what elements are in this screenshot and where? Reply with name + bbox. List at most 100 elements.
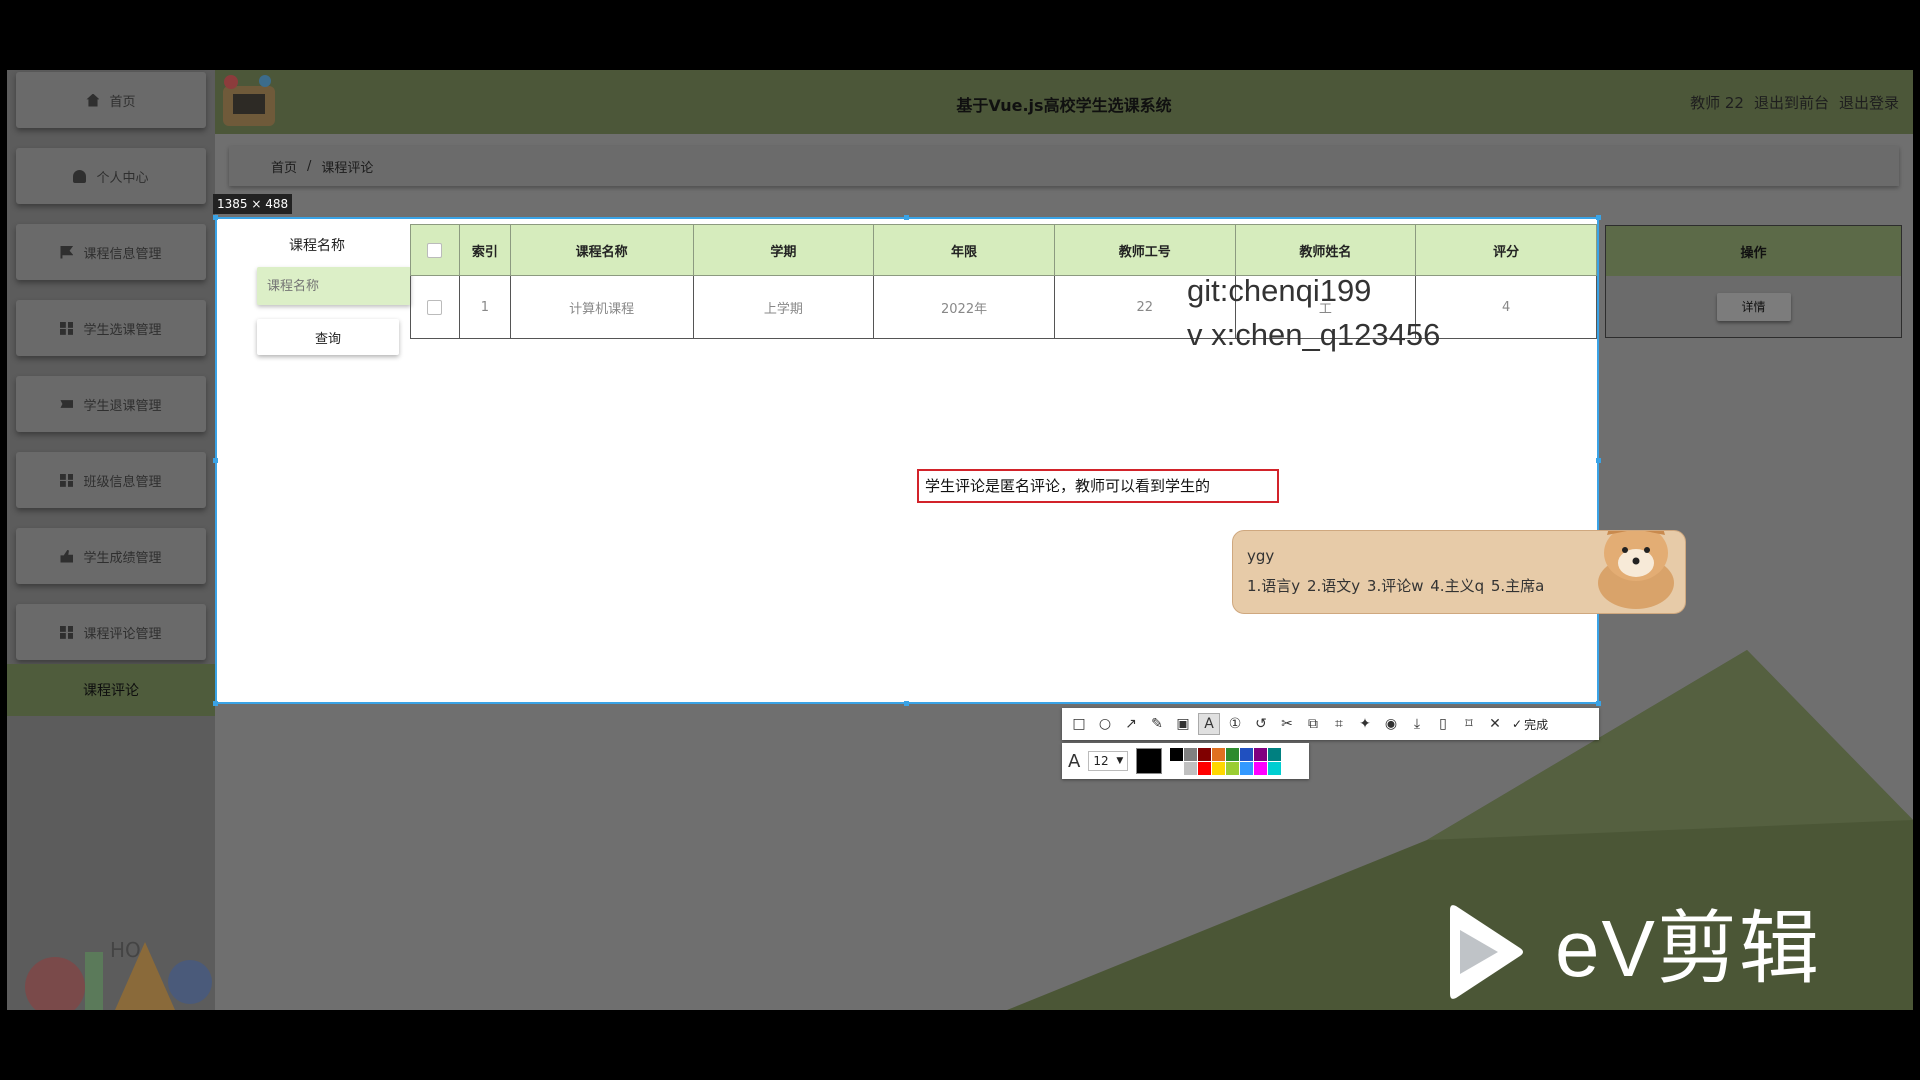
color-swatch[interactable] (1212, 761, 1226, 775)
watermark-line-2: v x:chen_q123456 (1187, 317, 1441, 352)
table-header: 课程名称 (509, 224, 694, 276)
download-icon[interactable]: ⤓ (1406, 713, 1428, 735)
color-swatch[interactable] (1254, 761, 1268, 775)
color-swatch[interactable] (1268, 761, 1282, 775)
logout-link[interactable]: 退出登录 (1839, 92, 1899, 113)
user-icon (73, 169, 87, 183)
select-all-checkbox-cell (410, 224, 460, 276)
sidebar-item-class-info[interactable]: 班级信息管理 (16, 452, 206, 508)
sidebar-item-home[interactable]: 首页 (16, 72, 206, 128)
text-annotation-box[interactable]: 学生评论是匿名评论，教师可以看到学生的 (917, 469, 1279, 503)
sidebar-item-label: 学生成绩管理 (83, 550, 162, 566)
resize-handle[interactable] (904, 215, 909, 220)
undo-icon[interactable]: ↺ (1250, 713, 1272, 735)
search-label: 课程名称 (289, 238, 345, 254)
watermark-line-1: git:chenqi199 (1187, 273, 1372, 308)
ev-brand-text: eV剪辑 (1555, 904, 1821, 993)
table-header-action: 操作 (1605, 225, 1902, 277)
ocr-tool-icon[interactable]: ⌗ (1328, 713, 1350, 735)
font-size-value: 12 (1093, 754, 1109, 768)
breadcrumb-home[interactable]: 首页 (271, 157, 297, 176)
check-icon: ✓ (1512, 717, 1523, 731)
color-swatch[interactable] (1198, 761, 1212, 775)
ime-skin-dog-image (1598, 531, 1674, 609)
cell-term: 上学期 (692, 275, 875, 339)
color-swatch[interactable] (1240, 761, 1254, 775)
to-front-link[interactable]: 退出到前台 (1754, 92, 1829, 113)
color-swatch[interactable] (1170, 761, 1184, 775)
bookmark-icon[interactable]: ⌑ (1458, 713, 1480, 735)
table-header: 评分 (1415, 224, 1597, 276)
sidebar-item-comments[interactable]: 课程评论管理 (16, 604, 206, 660)
course-name-search-input[interactable] (257, 267, 411, 305)
screenshot-capture-region[interactable]: 课程名称 查询 索引 课程名称 学期 年限 教师工号 教师姓名 评分 1 计算机… (215, 217, 1599, 704)
table-header: 教师姓名 (1234, 224, 1417, 276)
mosaic-tool-icon[interactable]: ▣ (1172, 713, 1194, 735)
resize-handle[interactable] (1596, 458, 1601, 463)
grid-icon (60, 321, 74, 335)
arrow-tool-icon[interactable]: ↗ (1120, 713, 1142, 735)
text-tool-icon[interactable]: A (1198, 713, 1220, 735)
user-menu: 教师 22 退出到前台 退出登录 (1690, 92, 1899, 113)
color-swatch[interactable] (1226, 761, 1240, 775)
select-all-checkbox[interactable] (427, 242, 443, 258)
close-icon[interactable]: ✕ (1484, 713, 1506, 735)
ime-candidate-window: ygy 1.语言y 2.语文y 3.评论w 4.主义q 5.主席a (1232, 530, 1686, 614)
thumb-icon (60, 549, 74, 563)
pencil-tool-icon[interactable]: ✎ (1146, 713, 1168, 735)
sidebar-item-label: 首页 (109, 94, 136, 110)
current-color-swatch[interactable] (1136, 748, 1163, 774)
user-name: 教师 22 (1690, 94, 1744, 112)
sidebar-item-profile[interactable]: 个人中心 (16, 148, 206, 204)
sidebar-subitem-course-comments[interactable]: 课程评论 (7, 664, 215, 716)
table-header: 年限 (873, 224, 1055, 276)
translate-tool-icon[interactable]: ⧉ (1302, 713, 1324, 735)
resize-handle[interactable] (213, 215, 218, 220)
done-label: 完成 (1524, 717, 1549, 732)
sidebar-item-label: 班级信息管理 (83, 474, 162, 490)
ime-composition-text: ygy (1247, 547, 1275, 565)
font-size-select[interactable]: 12 ▼ (1088, 751, 1129, 771)
scissors-tool-icon[interactable]: ✂ (1276, 713, 1298, 735)
sidebar-item-label: 个人中心 (96, 170, 149, 186)
watermark-text: git:chenqi199 v x:chen_q123456 (1187, 269, 1440, 357)
resize-handle[interactable] (213, 701, 218, 706)
color-swatch[interactable] (1170, 747, 1184, 761)
pin-icon[interactable]: ✦ (1354, 713, 1376, 735)
color-swatch[interactable] (1184, 747, 1198, 761)
color-swatch[interactable] (1240, 747, 1254, 761)
sidebar-item-course-info[interactable]: 课程信息管理 (16, 224, 206, 280)
color-swatch[interactable] (1254, 747, 1268, 761)
sidebar-item-course-selection[interactable]: 学生选课管理 (16, 300, 206, 356)
ime-candidate-list[interactable]: 1.语言y 2.语文y 3.评论w 4.主义q 5.主席a (1247, 575, 1544, 596)
color-swatch[interactable] (1212, 747, 1226, 761)
color-palette (1170, 747, 1282, 775)
svg-text:HO: HO (110, 938, 141, 962)
ellipse-tool-icon[interactable]: ○ (1094, 713, 1116, 735)
table-header: 学期 (692, 224, 875, 276)
resize-handle[interactable] (1596, 701, 1601, 706)
resize-handle[interactable] (213, 458, 218, 463)
color-swatch[interactable] (1184, 761, 1198, 775)
table-row-action-cell: 详情 (1605, 276, 1902, 338)
resize-handle[interactable] (904, 701, 909, 706)
number-tool-icon[interactable]: ① (1224, 713, 1246, 735)
phone-icon[interactable]: ▯ (1432, 713, 1454, 735)
table-header-row: 索引 课程名称 学期 年限 教师工号 教师姓名 评分 (410, 224, 1597, 276)
search-button[interactable]: 查询 (257, 319, 399, 355)
details-button[interactable]: 详情 (1716, 292, 1791, 321)
cell-index: 1 (458, 275, 511, 339)
color-swatch[interactable] (1226, 747, 1240, 761)
chevron-down-icon: ▼ (1116, 756, 1124, 766)
row-checkbox[interactable] (427, 299, 443, 315)
rectangle-tool-icon[interactable]: □ (1068, 713, 1090, 735)
font-icon: A (1068, 750, 1081, 772)
resize-handle[interactable] (1596, 215, 1601, 220)
done-button[interactable]: ✓ 完成 (1512, 716, 1548, 733)
table-header: 索引 (458, 224, 511, 276)
sidebar-item-grades[interactable]: 学生成绩管理 (16, 528, 206, 584)
sidebar-item-course-drop[interactable]: 学生退课管理 (16, 376, 206, 432)
color-swatch[interactable] (1268, 747, 1282, 761)
color-swatch[interactable] (1198, 747, 1212, 761)
record-icon[interactable]: ◉ (1380, 713, 1402, 735)
